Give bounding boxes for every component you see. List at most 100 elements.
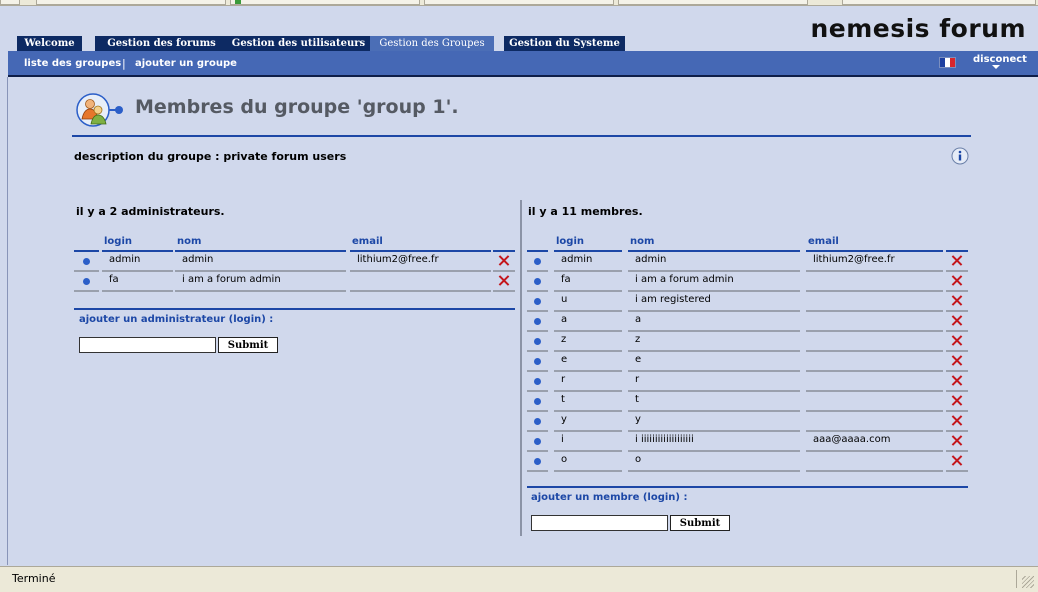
delete-x-icon[interactable] <box>951 435 962 446</box>
browser-tab[interactable] <box>36 0 226 5</box>
delete-x-icon[interactable] <box>951 275 962 286</box>
member-nom-cell: o <box>628 452 800 472</box>
add-member-input[interactable] <box>531 515 668 531</box>
table-row <box>74 272 99 292</box>
member-email-cell: lithium2@free.fr <box>806 252 943 272</box>
tab-gestion-utilisateurs[interactable]: Gestion des utilisateurs <box>221 36 376 51</box>
add-admin-divider <box>74 308 515 310</box>
list-groups-link[interactable]: liste des groupes <box>24 58 121 69</box>
member-action-cell <box>946 292 968 312</box>
add-member-divider <box>527 486 968 488</box>
resize-grip-icon[interactable] <box>1022 576 1034 588</box>
table-row <box>527 252 548 272</box>
member-nom-cell: y <box>628 412 800 432</box>
bullet-dot-icon <box>83 258 90 265</box>
delete-x-icon[interactable] <box>951 335 962 346</box>
admin-header-login[interactable]: login <box>102 236 173 252</box>
member-action-cell <box>946 412 968 432</box>
tab-welcome[interactable]: Welcome <box>17 36 82 51</box>
delete-x-icon[interactable] <box>951 455 962 466</box>
browser-tab[interactable] <box>0 0 20 5</box>
chevron-down-icon[interactable] <box>992 65 1000 69</box>
delete-x-icon[interactable] <box>951 355 962 366</box>
admin-header-bullet <box>74 236 99 252</box>
add-admin-label: ajouter un administrateur (login) : <box>79 314 274 325</box>
bullet-dot-icon <box>534 278 541 285</box>
member-action-cell <box>946 432 968 452</box>
member-nom-cell: i am registered <box>628 292 800 312</box>
group-description: description du groupe : private forum us… <box>74 150 347 163</box>
member-action-cell <box>946 252 968 272</box>
add-admin-input[interactable] <box>79 337 216 353</box>
browser-tab[interactable] <box>230 0 420 5</box>
member-action-cell <box>946 272 968 292</box>
status-separator <box>1016 570 1017 588</box>
member-action-cell <box>946 372 968 392</box>
member-login-cell: fa <box>554 272 622 292</box>
bullet-dot-icon <box>534 438 541 445</box>
member-header-email[interactable]: email <box>806 236 943 252</box>
member-email-cell: aaa@aaaa.com <box>806 432 943 452</box>
member-email-cell <box>806 292 943 312</box>
member-email-cell <box>806 332 943 352</box>
add-member-submit-button[interactable]: Submit <box>670 515 730 531</box>
member-login-cell: admin <box>554 252 622 272</box>
bullet-dot-icon <box>534 358 541 365</box>
panel-divider <box>520 200 522 536</box>
admin-header-action <box>493 236 515 252</box>
table-row <box>527 332 548 352</box>
table-row <box>527 432 548 452</box>
member-action-cell <box>946 312 968 332</box>
bullet-dot-icon <box>534 338 541 345</box>
delete-x-icon[interactable] <box>951 295 962 306</box>
member-header-nom[interactable]: nom <box>628 236 800 252</box>
admin-email-cell: lithium2@free.fr <box>350 252 491 272</box>
delete-x-icon[interactable] <box>951 315 962 326</box>
tab-gestion-groupes[interactable]: Gestion des Groupes <box>370 36 494 52</box>
member-email-cell <box>806 372 943 392</box>
delete-x-icon[interactable] <box>498 255 509 266</box>
member-header-action <box>946 236 968 252</box>
browser-tab[interactable] <box>424 0 614 5</box>
member-action-cell <box>946 352 968 372</box>
page-title: Membres du groupe 'group 1'. <box>135 96 459 118</box>
delete-x-icon[interactable] <box>498 275 509 286</box>
member-nom-cell: e <box>628 352 800 372</box>
member-email-cell <box>806 412 943 432</box>
add-admin-submit-button[interactable]: Submit <box>218 337 278 353</box>
member-header-login[interactable]: login <box>554 236 622 252</box>
table-row <box>527 292 548 312</box>
french-flag-icon[interactable] <box>939 57 956 68</box>
delete-x-icon[interactable] <box>951 375 962 386</box>
add-group-link[interactable]: ajouter un groupe <box>135 58 237 69</box>
delete-x-icon[interactable] <box>951 395 962 406</box>
member-login-cell: i <box>554 432 622 452</box>
disconnect-link[interactable]: disconect <box>973 54 1027 65</box>
bullet-dot-icon <box>83 278 90 285</box>
admin-login-cell: fa <box>102 272 173 292</box>
add-member-label: ajouter un membre (login) : <box>531 492 688 503</box>
delete-x-icon[interactable] <box>951 415 962 426</box>
admin-nom-cell: admin <box>175 252 346 272</box>
browser-status-bar: Terminé <box>0 566 1038 592</box>
member-nom-cell: t <box>628 392 800 412</box>
member-action-cell <box>946 452 968 472</box>
delete-x-icon[interactable] <box>951 255 962 266</box>
admin-header-nom[interactable]: nom <box>175 236 346 252</box>
member-nom-cell: i iiiiiiiiiiiiiiiiiii <box>628 432 800 452</box>
admin-header-email[interactable]: email <box>350 236 491 252</box>
table-row <box>527 312 548 332</box>
tab-gestion-forums[interactable]: Gestion des forums <box>95 36 228 51</box>
tab-gestion-systeme[interactable]: Gestion du Systeme <box>504 36 625 51</box>
nav-separator: | <box>122 57 126 70</box>
bullet-dot-icon <box>534 318 541 325</box>
status-text: Terminé <box>12 572 56 585</box>
info-icon[interactable] <box>951 147 969 165</box>
page-left-border <box>7 77 8 565</box>
bullet-dot-icon <box>534 378 541 385</box>
browser-tab[interactable] <box>618 0 808 5</box>
table-row <box>527 412 548 432</box>
table-row <box>527 372 548 392</box>
member-login-cell: r <box>554 372 622 392</box>
browser-tab[interactable] <box>842 0 1036 5</box>
